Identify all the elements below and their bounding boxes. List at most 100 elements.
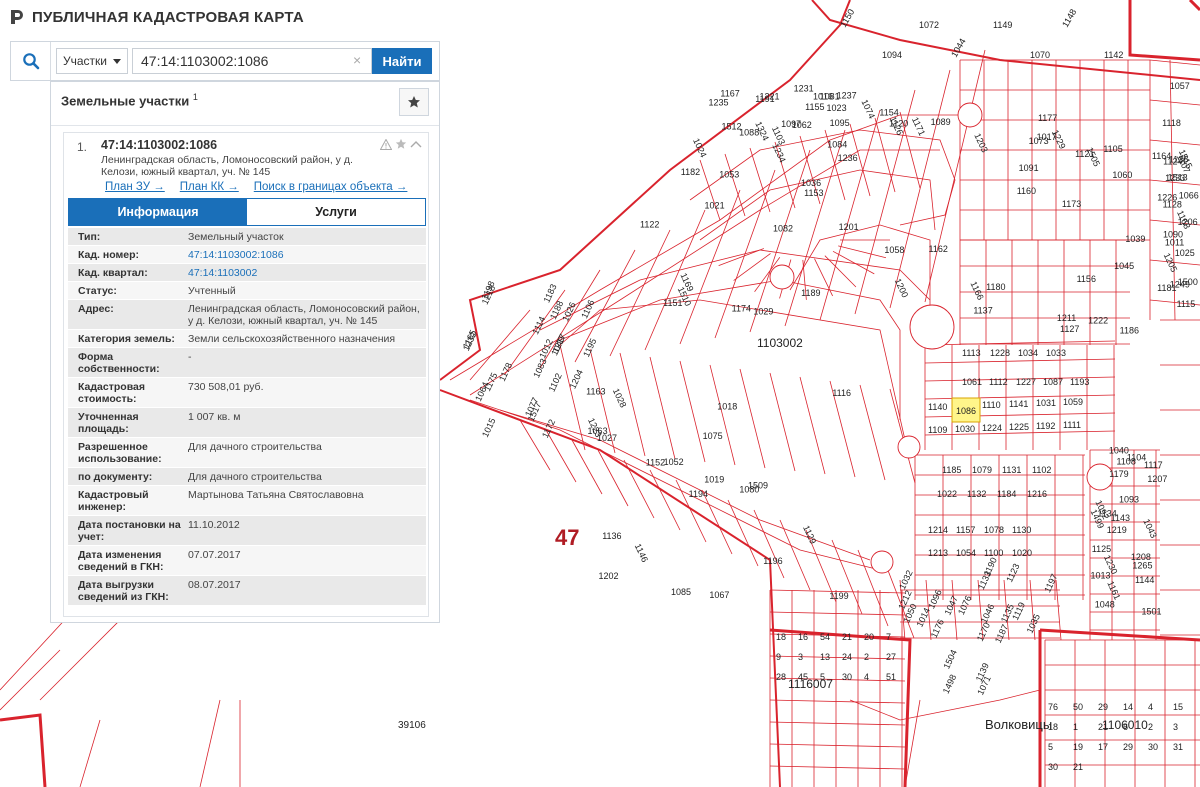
- info-row: Дата изменения сведений в ГКН: 07.07.2017: [68, 546, 426, 576]
- parcel-number: 1231: [794, 83, 814, 93]
- info-row-label: Адрес:: [78, 303, 114, 315]
- parcel-number: 1022: [937, 489, 957, 499]
- result-number: 1.: [77, 140, 88, 154]
- parcel-number: 1019: [704, 474, 724, 484]
- parcel-number: 1062: [792, 120, 812, 130]
- parcel-number: 1113: [962, 348, 981, 358]
- parcel-number: 1013: [1091, 571, 1111, 581]
- chevron-down-icon: [113, 58, 121, 64]
- block-label-1106010: 1106010: [1102, 718, 1148, 732]
- parcel-number: 1153: [804, 188, 823, 198]
- parcel-number: 1222: [1088, 315, 1108, 325]
- tab-information[interactable]: Информация: [69, 199, 247, 225]
- info-row: Дата постановки на учет: 11.10.2012: [68, 516, 426, 546]
- parcel-number: 1193: [1070, 377, 1089, 387]
- parcel-number: 4: [1148, 702, 1153, 712]
- parcel-number: 1228: [990, 348, 1010, 358]
- parcel-number: 1073: [1029, 136, 1049, 146]
- parcel-number: 1079: [972, 465, 992, 475]
- find-button[interactable]: Найти: [372, 48, 432, 74]
- parcel-number: 1111: [1063, 420, 1081, 430]
- parcel-number: 1138: [1169, 155, 1188, 165]
- district-label: 47: [555, 525, 579, 550]
- info-row-label: Кад. номер:: [78, 249, 140, 261]
- parcel-number: 1142: [1104, 50, 1123, 60]
- info-row: по документу: Для дачного строительства: [68, 468, 426, 486]
- info-row: Уточненная площадь: 1 007 кв. м: [68, 408, 426, 438]
- result-links: План ЗУ → План КК → Поиск в границах объ…: [105, 181, 407, 193]
- parcel-number: 1016: [813, 91, 833, 101]
- info-row-value: 730 508,01 руб.: [188, 381, 264, 393]
- info-table: Тип: Земельный участок Кад. номер: 47:14:11…: [68, 228, 426, 606]
- parcel-number: 1029: [753, 306, 773, 316]
- parcel-number: 1221: [760, 92, 780, 102]
- block-label-1116007: 1116007: [788, 677, 833, 691]
- parcel-number: 1162: [928, 244, 947, 254]
- parcel-number: 1214: [928, 525, 948, 535]
- parcel-number: 1023: [827, 103, 847, 113]
- chevron-up-icon[interactable]: [410, 139, 422, 149]
- parcel-number: 1109: [928, 425, 947, 435]
- info-row: Кадастровый инженер: Мартынова Татьяна Св…: [68, 486, 426, 516]
- parcel-number: 1112: [989, 377, 1008, 387]
- parcel-number: 1110: [982, 400, 1001, 410]
- info-row-label: Разрешенное использование:: [78, 441, 162, 465]
- info-row-label: Дата выгрузки сведений из ГКН:: [78, 579, 169, 603]
- info-row-value: Учтенный: [188, 285, 236, 297]
- parcel-number: 30: [842, 672, 852, 682]
- parcel-number: 1067: [709, 590, 729, 600]
- parcel-number: 1236: [838, 153, 858, 163]
- result-card: 1. 47:14:1103002:1086 Ленинградская обла…: [63, 132, 429, 617]
- clear-icon[interactable]: ×: [353, 52, 361, 68]
- parcel-number: 1160: [1017, 186, 1036, 196]
- favorites-button[interactable]: [399, 88, 429, 116]
- star-icon[interactable]: [395, 138, 407, 150]
- parcel-number: 1163: [586, 386, 605, 396]
- parcel-number: 1048: [1095, 599, 1115, 609]
- tab-services[interactable]: Услуги: [247, 199, 425, 225]
- block-label-39106: 39106: [398, 720, 426, 731]
- plan-kk-link[interactable]: План КК →: [180, 181, 239, 193]
- panel-divider: [51, 125, 439, 126]
- parcel-number: 50: [1073, 702, 1083, 712]
- parcel-number: 1045: [1114, 261, 1134, 271]
- parcel-number: 1070: [1030, 50, 1050, 60]
- info-row-value[interactable]: 47:14:1103002:1086: [182, 246, 426, 263]
- object-type-select[interactable]: Участки: [56, 48, 128, 74]
- parcel-number: 1207: [1147, 474, 1167, 484]
- parcel-number: 1031: [1036, 398, 1056, 408]
- info-row: Категория земель: Земли сельскохозяйствен…: [68, 330, 426, 348]
- parcel-number: 1117: [1144, 460, 1163, 470]
- parcel-number: 1199: [829, 591, 848, 601]
- warning-icon[interactable]: [380, 138, 392, 150]
- parcel-number: 1021: [705, 201, 725, 211]
- search-input[interactable]: [132, 48, 372, 74]
- search-within-object-link[interactable]: Поиск в границах объекта →: [254, 181, 408, 193]
- info-row-label: Форма собственности:: [78, 351, 160, 375]
- parcel-number: 1194: [689, 489, 708, 499]
- plan-zu-link[interactable]: План ЗУ →: [105, 181, 165, 193]
- info-row-value: Земли сельскохозяйственного назначения: [188, 333, 396, 345]
- parcel-number: 1137: [973, 305, 992, 315]
- parcel-number: 1213: [928, 548, 948, 558]
- parcel-number: 1085: [671, 587, 691, 597]
- parcel-number: 1090: [1163, 230, 1183, 240]
- parcel-number: 18: [776, 632, 786, 642]
- info-row: Кад. номер: 47:14:1103002:1086: [68, 246, 426, 264]
- result-cadastral-id[interactable]: 47:14:1103002:1086: [101, 138, 217, 152]
- info-row-value[interactable]: 47:14:1103002: [182, 264, 426, 281]
- result-count: 1: [192, 92, 198, 102]
- info-row: Тип: Земельный участок: [68, 228, 426, 246]
- parcel-number: 1225: [1009, 422, 1029, 432]
- parcel-number: 29: [1098, 702, 1108, 712]
- parcel-number: 1136: [602, 531, 621, 541]
- parcel-number: 1091: [1019, 163, 1039, 173]
- info-row-value: 07.07.2017: [188, 549, 241, 561]
- parcel-number: 1265: [1132, 561, 1152, 571]
- parcel-number: 1149: [993, 20, 1012, 30]
- parcel-number: 1219: [1107, 525, 1127, 535]
- parcel-number: 1054: [956, 548, 976, 558]
- parcel-number: 24: [842, 652, 852, 662]
- search-icon[interactable]: [11, 42, 51, 80]
- info-tabs: Информация Услуги: [68, 198, 426, 226]
